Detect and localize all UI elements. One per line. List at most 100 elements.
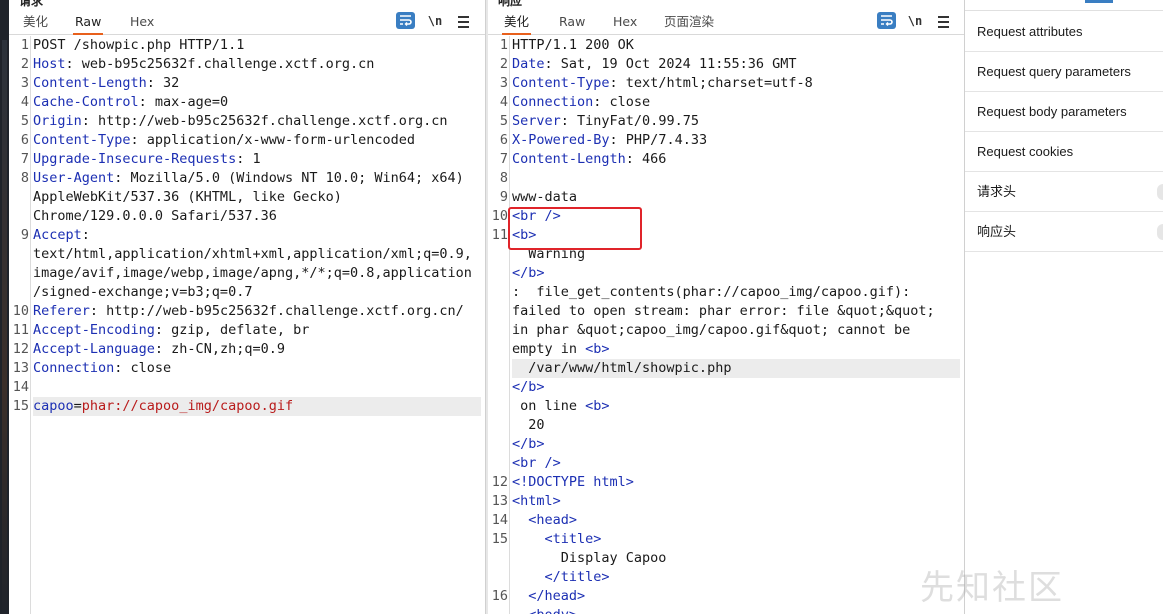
menu-icon[interactable] — [456, 12, 470, 30]
inspector-response-headers-label: 响应头 — [977, 224, 1017, 239]
response-tab-hex[interactable]: Hex — [611, 13, 639, 35]
code-text: </head> — [512, 588, 586, 604]
word-wrap-button[interactable] — [396, 12, 415, 29]
response-tab-raw[interactable]: Raw — [557, 13, 587, 35]
line-number: 1 — [499, 37, 508, 53]
code-text: </b> — [512, 265, 545, 281]
menu-icon[interactable] — [936, 12, 950, 30]
code-line[interactable]: </b> — [488, 378, 964, 397]
code-line[interactable]: 2 Host: web-b95c25632f.challenge.xctf.org… — [9, 55, 485, 74]
code-text: : http://web-b95c25632f.challenge.xctf.o… — [89, 303, 464, 319]
code-line[interactable]: 14 — [9, 378, 485, 397]
response-editor[interactable]: 1 HTTP/1.1 200 OK 2 Date: Sat, 19 Oct 2024 … — [488, 36, 964, 614]
line-content: <head> — [512, 511, 960, 530]
code-line[interactable]: 4 Cache-Control: max-age=0 — [9, 93, 485, 112]
inspector-request-body-parameters[interactable]: Request body parameters — [965, 92, 1163, 132]
code-line[interactable]: 15 <title> — [488, 530, 964, 549]
code-line[interactable]: Chrome/129.0.0.0 Safari/537.36 — [9, 207, 485, 226]
code-line[interactable]: </title> — [488, 568, 964, 587]
expand-knob[interactable] — [1157, 184, 1163, 200]
line-content: text/html,application/xhtml+xml,applicat… — [33, 245, 481, 264]
code-text: = — [73, 398, 82, 414]
code-line[interactable]: in phar &quot;capoo_img/capoo.gif&quot; … — [488, 321, 964, 340]
code-line[interactable]: image/avif,image/webp,image/apng,*/*;q=0… — [9, 264, 485, 283]
header-name: capoo — [33, 398, 74, 414]
line-number: 9 — [20, 227, 29, 243]
line-number: 11 — [12, 322, 29, 338]
request-editor[interactable]: 1 POST /showpic.php HTTP/1.1 2 Host: web-b9… — [9, 36, 485, 614]
code-line[interactable]: 7 Upgrade-Insecure-Requests: 1 — [9, 150, 485, 169]
code-line[interactable]: 8 User-Agent: Mozilla/5.0 (Windows NT 10.… — [9, 169, 485, 188]
line-number: 13 — [491, 493, 508, 509]
line-content: Content-Type: application/x-www-form-url… — [33, 131, 481, 150]
code-line[interactable]: 15 capoo=phar://capoo_img/capoo.gif — [9, 397, 485, 416]
code-line[interactable]: text/html,application/xhtml+xml,applicat… — [9, 245, 485, 264]
show-newlines-button[interactable]: \n — [427, 12, 443, 30]
code-line[interactable]: <body> — [488, 606, 964, 614]
request-tab-hex[interactable]: Hex — [128, 13, 156, 35]
inspector-panel: Request attributes Request query paramet… — [964, 0, 1163, 614]
code-line[interactable]: 11 Accept-Encoding: gzip, deflate, br — [9, 321, 485, 340]
code-line[interactable]: 5 Origin: http://web-b95c25632f.challenge… — [9, 112, 485, 131]
inspector-request-attributes[interactable]: Request attributes — [965, 12, 1163, 52]
code-line[interactable]: 6 Content-Type: application/x-www-form-ur… — [9, 131, 485, 150]
response-tab-render[interactable]: 页面渲染 — [662, 13, 716, 35]
word-wrap-button[interactable] — [877, 12, 896, 29]
code-line[interactable]: </b> — [488, 264, 964, 283]
show-newlines-button[interactable]: \n — [907, 12, 923, 30]
code-line[interactable]: 13 <html> — [488, 492, 964, 511]
response-tab-pretty[interactable]: 美化 — [502, 13, 532, 35]
header-name: X-Powered-By — [512, 132, 610, 148]
code-text: failed to open stream: phar error: file … — [512, 303, 935, 319]
code-text: 20 — [512, 417, 545, 433]
code-text: Chrome/129.0.0.0 Safari/537.36 — [33, 208, 277, 224]
code-line[interactable]: Display Capoo — [488, 549, 964, 568]
code-line[interactable]: 9 Accept: — [9, 226, 485, 245]
code-text: : — [81, 227, 90, 243]
request-tab-pretty[interactable]: 美化 — [21, 13, 50, 35]
code-line[interactable]: : file_get_contents(phar://capoo_img/cap… — [488, 283, 964, 302]
code-line[interactable]: 7 Content-Length: 466 — [488, 150, 964, 169]
code-line[interactable]: 8 — [488, 169, 964, 188]
code-line[interactable]: </b> — [488, 435, 964, 454]
code-line[interactable]: 1 HTTP/1.1 200 OK — [488, 36, 964, 55]
code-line[interactable]: empty in <b> — [488, 340, 964, 359]
code-line[interactable]: 9 www-data — [488, 188, 964, 207]
line-number: 16 — [491, 588, 508, 604]
code-line[interactable]: 20 — [488, 416, 964, 435]
watermark-text: 先知社区 — [920, 568, 1064, 608]
line-number: 10 — [12, 303, 29, 319]
request-tab-raw[interactable]: Raw — [73, 13, 104, 35]
line-content: Origin: http://web-b95c25632f.challenge.… — [33, 112, 481, 131]
code-line[interactable]: failed to open stream: phar error: file … — [488, 302, 964, 321]
code-line[interactable]: 3 Content-Length: 32 — [9, 74, 485, 93]
code-line[interactable]: 12 Accept-Language: zh-CN,zh;q=0.9 — [9, 340, 485, 359]
code-line[interactable]: <br /> — [488, 454, 964, 473]
request-pane: 请求 美化 Raw Hex \n 1 POST /showpic.php HTTP… — [9, 0, 485, 614]
code-line[interactable]: 14 <head> — [488, 511, 964, 530]
code-line[interactable]: 4 Connection: close — [488, 93, 964, 112]
line-number: 3 — [499, 75, 508, 91]
inspector-response-headers[interactable]: 响应头 — [965, 212, 1163, 252]
code-text: : zh-CN,zh;q=0.9 — [154, 341, 285, 357]
code-line[interactable]: AppleWebKit/537.36 (KHTML, like Gecko) — [9, 188, 485, 207]
inspector-request-headers[interactable]: 请求头 — [965, 172, 1163, 212]
inspector-request-cookies[interactable]: Request cookies — [965, 132, 1163, 172]
code-line[interactable]: on line <b> — [488, 397, 964, 416]
expand-knob[interactable] — [1157, 224, 1163, 240]
code-line[interactable]: 6 X-Powered-By: PHP/7.4.33 — [488, 131, 964, 150]
line-content: User-Agent: Mozilla/5.0 (Windows NT 10.0… — [33, 169, 481, 188]
code-line[interactable]: 16 </head> — [488, 587, 964, 606]
code-line[interactable]: 12 <!DOCTYPE html> — [488, 473, 964, 492]
code-line[interactable]: /var/www/html/showpic.php — [488, 359, 964, 378]
code-line[interactable]: /signed-exchange;v=b3;q=0.7 — [9, 283, 485, 302]
code-line[interactable]: 2 Date: Sat, 19 Oct 2024 11:55:36 GMT — [488, 55, 964, 74]
code-line[interactable]: 5 Server: TinyFat/0.99.75 — [488, 112, 964, 131]
code-line[interactable]: 3 Content-Type: text/html;charset=utf-8 — [488, 74, 964, 93]
inspector-request-query-parameters[interactable]: Request query parameters — [965, 52, 1163, 92]
code-text: empty in — [512, 341, 586, 357]
code-line[interactable]: 10 Referer: http://web-b95c25632f.challen… — [9, 302, 485, 321]
code-line[interactable]: 13 Connection: close — [9, 359, 485, 378]
header-name: Content-Type — [512, 75, 610, 91]
code-line[interactable]: 1 POST /showpic.php HTTP/1.1 — [9, 36, 485, 55]
